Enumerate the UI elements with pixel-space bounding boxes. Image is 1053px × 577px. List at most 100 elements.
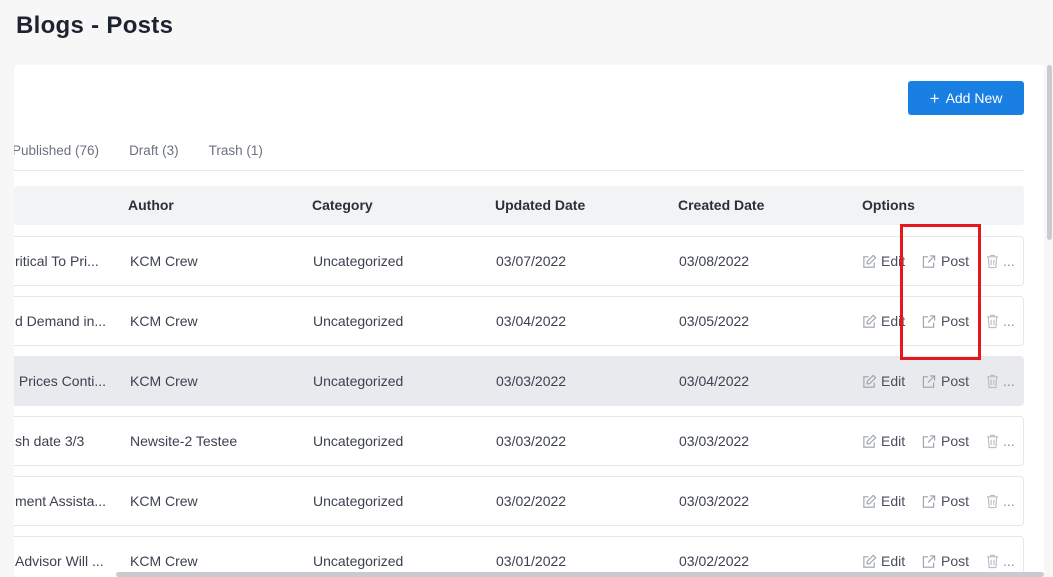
post-updated-date: 03/03/2022 [496, 373, 567, 389]
edit-label: Edit [881, 433, 906, 449]
posts-panel: + Add New Published (76) Draft (3) Trash… [14, 65, 1044, 577]
post-created-date: 03/08/2022 [679, 253, 750, 269]
post-created-date: 03/03/2022 [679, 433, 750, 449]
post-category: Uncategorized [313, 253, 404, 269]
delete-button[interactable]: ... [986, 297, 1015, 345]
external-link-icon [921, 254, 937, 269]
horizontal-scrollbar[interactable] [116, 572, 1044, 577]
post-title[interactable]: Advisor Will ... [15, 537, 117, 577]
post-button[interactable]: Post [921, 477, 969, 525]
table-row[interactable]: sh date 3/3 Newsite-2 Testee Uncategorized… [14, 416, 1024, 466]
post-title[interactable]: d Demand in... [15, 297, 117, 345]
trash-icon [986, 314, 999, 329]
edit-icon [862, 434, 877, 449]
more-ellipsis: ... [1003, 253, 1015, 269]
post-title[interactable]: ment Assista... [15, 477, 117, 525]
vertical-scrollbar[interactable] [1047, 65, 1052, 240]
post-button[interactable]: Post [921, 537, 969, 577]
edit-icon [862, 374, 877, 389]
post-title[interactable]: Prices Conti... [15, 357, 117, 405]
edit-button[interactable]: Edit [862, 477, 905, 525]
table-row[interactable]: Prices Conti... KCM Crew Uncategorized 03/0… [14, 356, 1024, 406]
delete-button[interactable]: ... [986, 477, 1015, 525]
more-ellipsis: ... [1003, 313, 1015, 329]
external-link-icon [921, 494, 937, 509]
post-button[interactable]: Post [921, 417, 969, 465]
external-link-icon [921, 374, 937, 389]
table-row[interactable]: Advisor Will ... KCM Crew Uncategorized 03/… [14, 536, 1024, 577]
edit-label: Edit [881, 313, 906, 329]
column-updated-date[interactable]: Updated Date [495, 186, 585, 225]
tab-published[interactable]: Published (76) [14, 135, 99, 170]
edit-label: Edit [881, 493, 906, 509]
post-author: KCM Crew [130, 373, 198, 389]
column-category[interactable]: Category [312, 186, 373, 225]
post-author: KCM Crew [130, 253, 198, 269]
trash-icon [986, 494, 999, 509]
post-category: Uncategorized [313, 433, 404, 449]
post-created-date: 03/04/2022 [679, 373, 750, 389]
edit-icon [862, 554, 877, 569]
post-author: KCM Crew [130, 313, 198, 329]
post-updated-date: 03/07/2022 [496, 253, 567, 269]
post-label: Post [941, 433, 970, 449]
post-title-text: ment Assista... [15, 493, 107, 509]
more-ellipsis: ... [1003, 373, 1015, 389]
table-row[interactable]: ment Assista... KCM Crew Uncategorized 03/0… [14, 476, 1024, 526]
post-label: Post [941, 493, 970, 509]
table-row[interactable]: d Demand in... KCM Crew Uncategorized 03/04… [14, 296, 1024, 346]
edit-button[interactable]: Edit [862, 537, 905, 577]
delete-button[interactable]: ... [986, 237, 1015, 285]
status-tabs: Published (76) Draft (3) Trash (1) [14, 135, 1024, 171]
post-button[interactable]: Post [921, 357, 969, 405]
delete-button[interactable]: ... [986, 357, 1015, 405]
post-label: Post [941, 313, 970, 329]
post-label: Post [941, 553, 970, 569]
trash-icon [986, 434, 999, 449]
edit-icon [862, 314, 877, 329]
table-row[interactable]: ritical To Pri... KCM Crew Uncategorized 03… [14, 236, 1024, 286]
tab-trash[interactable]: Trash (1) [209, 135, 263, 170]
trash-icon [986, 374, 999, 389]
post-title[interactable]: sh date 3/3 [15, 417, 117, 465]
post-updated-date: 03/01/2022 [496, 553, 567, 569]
post-category: Uncategorized [313, 313, 404, 329]
column-created-date[interactable]: Created Date [678, 186, 764, 225]
column-options: Options [862, 197, 915, 213]
post-title-text: ritical To Pri... [15, 253, 99, 269]
edit-button[interactable]: Edit [862, 357, 905, 405]
more-ellipsis: ... [1003, 433, 1015, 449]
post-author: KCM Crew [130, 553, 198, 569]
delete-button[interactable]: ... [986, 417, 1015, 465]
post-updated-date: 03/04/2022 [496, 313, 567, 329]
column-author[interactable]: Author [128, 186, 174, 225]
post-created-date: 03/05/2022 [679, 313, 750, 329]
post-created-date: 03/03/2022 [679, 493, 750, 509]
edit-label: Edit [881, 553, 906, 569]
edit-button[interactable]: Edit [862, 297, 905, 345]
post-title-text: d Demand in... [15, 313, 107, 329]
post-category: Uncategorized [313, 493, 404, 509]
edit-button[interactable]: Edit [862, 417, 905, 465]
post-title[interactable]: ritical To Pri... [15, 237, 117, 285]
plus-icon: + [929, 88, 940, 108]
delete-button[interactable]: ... [986, 537, 1015, 577]
add-new-button[interactable]: + Add New [908, 81, 1024, 115]
edit-icon [862, 494, 877, 509]
post-category: Uncategorized [313, 553, 404, 569]
post-author: Newsite-2 Testee [130, 433, 238, 449]
post-label: Post [941, 253, 970, 269]
more-ellipsis: ... [1003, 553, 1015, 569]
edit-label: Edit [881, 253, 906, 269]
post-title-text: Prices Conti... [15, 373, 107, 389]
edit-label: Edit [881, 373, 906, 389]
post-category: Uncategorized [313, 373, 404, 389]
post-author: KCM Crew [130, 493, 198, 509]
post-button[interactable]: Post [921, 237, 969, 285]
edit-button[interactable]: Edit [862, 237, 905, 285]
post-button[interactable]: Post [921, 297, 969, 345]
post-created-date: 03/02/2022 [679, 553, 750, 569]
trash-icon [986, 254, 999, 269]
external-link-icon [921, 314, 937, 329]
tab-draft[interactable]: Draft (3) [129, 135, 179, 170]
